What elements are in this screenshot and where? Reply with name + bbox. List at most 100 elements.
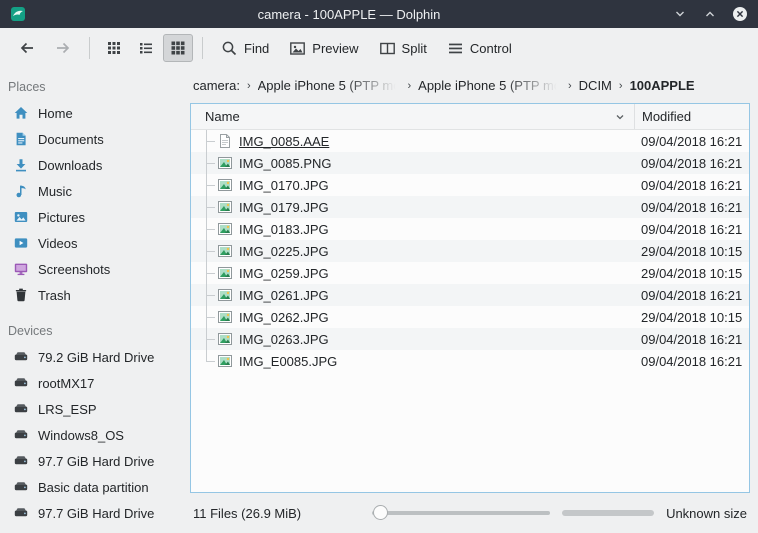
breadcrumb-item-device[interactable]: Apple iPhone 5 (PTP mo [418, 78, 561, 93]
sidebar-item-pictures[interactable]: Pictures [0, 204, 186, 230]
sidebar-item-label: 79.2 GiB Hard Drive [38, 350, 154, 365]
tree-branch [197, 174, 217, 196]
split-icon [379, 40, 396, 57]
file-name: IMG_E0085.JPG [239, 354, 634, 369]
sort-dropdown-icon[interactable] [614, 111, 626, 123]
preview-button-label: Preview [312, 41, 358, 56]
preview-button[interactable]: Preview [280, 34, 367, 63]
file-modified: 09/04/2018 16:21 [634, 200, 749, 215]
column-header-modified[interactable]: Modified [634, 104, 749, 129]
tree-branch [197, 218, 217, 240]
zoom-slider[interactable] [372, 505, 550, 521]
table-row[interactable]: IMG_0085.PNG 09/04/2018 16:21 [191, 152, 749, 174]
breadcrumb: camera: › Apple iPhone 5 (PTP mo › Apple… [190, 68, 750, 103]
sidebar-item-downloads[interactable]: Downloads [0, 152, 186, 178]
free-space-bar [562, 510, 654, 516]
column-header-name[interactable]: Name [191, 104, 634, 129]
sidebar-item-home[interactable]: Home [0, 100, 186, 126]
compact-view-button[interactable] [131, 34, 161, 62]
hard-drive-icon [13, 375, 29, 391]
sidebar-item-trash[interactable]: Trash [0, 282, 186, 308]
image-file-icon [217, 287, 233, 303]
table-row[interactable]: IMG_0259.JPG 29/04/2018 10:15 [191, 262, 749, 284]
preview-icon [289, 40, 306, 57]
sidebar-item-label: Videos [38, 236, 78, 251]
minimize-button[interactable] [672, 6, 688, 22]
sidebar-item-label: Trash [38, 288, 71, 303]
file-name: IMG_0170.JPG [239, 178, 634, 193]
document-icon [13, 131, 29, 147]
find-button-label: Find [244, 41, 269, 56]
main-area: Places Home Documents Downloads Music Pi… [0, 68, 758, 533]
toolbar-separator [202, 37, 203, 59]
details-view-button[interactable] [163, 34, 193, 62]
videos-icon [13, 235, 29, 251]
file-modified: 29/04/2018 10:15 [634, 244, 749, 259]
sidebar-device-item[interactable]: 97.7 GiB Hard Drive [0, 448, 186, 474]
table-row[interactable]: IMG_0225.JPG 29/04/2018 10:15 [191, 240, 749, 262]
tree-branch [197, 130, 217, 152]
sidebar-device-item[interactable]: Basic data partition [0, 474, 186, 500]
screenshots-icon [13, 261, 29, 277]
tree-branch [197, 350, 217, 372]
sidebar-item-label: Screenshots [38, 262, 110, 277]
file-modified: 09/04/2018 16:21 [634, 134, 749, 149]
tree-branch [197, 284, 217, 306]
image-file-icon [217, 221, 233, 237]
file-modified: 09/04/2018 16:21 [634, 354, 749, 369]
breadcrumb-item-dcim[interactable]: DCIM [579, 78, 612, 93]
breadcrumb-item-camera[interactable]: camera: [193, 78, 240, 93]
table-row[interactable]: IMG_0170.JPG 09/04/2018 16:21 [191, 174, 749, 196]
music-icon [13, 183, 29, 199]
zoom-slider-handle[interactable] [373, 505, 388, 520]
sidebar-item-documents[interactable]: Documents [0, 126, 186, 152]
sidebar-item-label: Home [38, 106, 73, 121]
toolbar-separator [89, 37, 90, 59]
table-row[interactable]: IMG_0261.JPG 09/04/2018 16:21 [191, 284, 749, 306]
breadcrumb-item-current[interactable]: 100APPLE [630, 78, 695, 93]
window-controls [672, 6, 748, 22]
sidebar-device-item[interactable]: rootMX17 [0, 370, 186, 396]
table-row[interactable]: IMG_0263.JPG 09/04/2018 16:21 [191, 328, 749, 350]
breadcrumb-item-device[interactable]: Apple iPhone 5 (PTP mo [258, 78, 401, 93]
trash-icon [13, 287, 29, 303]
empty-list-area[interactable] [191, 372, 749, 492]
sidebar-item-screenshots[interactable]: Screenshots [0, 256, 186, 282]
sidebar-item-label: 97.7 GiB Hard Drive [38, 506, 154, 521]
back-button[interactable] [10, 33, 44, 63]
sidebar-item-videos[interactable]: Videos [0, 230, 186, 256]
table-row[interactable]: IMG_0085.AAE 09/04/2018 16:21 [191, 130, 749, 152]
maximize-button[interactable] [702, 6, 718, 22]
find-button[interactable]: Find [212, 34, 278, 63]
table-row[interactable]: IMG_0262.JPG 29/04/2018 10:15 [191, 306, 749, 328]
close-button[interactable] [732, 6, 748, 22]
split-button[interactable]: Split [370, 34, 436, 63]
status-bar: 11 Files (26.9 MiB) Unknown size [190, 493, 750, 533]
sidebar-item-label: Basic data partition [38, 480, 149, 495]
sidebar-device-item[interactable]: Windows8_OS [0, 422, 186, 448]
zoom-slider-track[interactable] [372, 511, 550, 515]
control-button[interactable]: Control [438, 34, 521, 63]
sidebar-device-item[interactable]: 97.7 GiB Hard Drive [0, 500, 186, 526]
window-title: camera - 100APPLE — Dolphin [26, 7, 672, 22]
download-icon [13, 157, 29, 173]
control-button-label: Control [470, 41, 512, 56]
sidebar-device-item[interactable]: LRS_ESP [0, 396, 186, 422]
sidebar-device-item[interactable]: 79.2 GiB Hard Drive [0, 344, 186, 370]
table-row[interactable]: IMG_0179.JPG 09/04/2018 16:21 [191, 196, 749, 218]
titlebar: camera - 100APPLE — Dolphin [0, 0, 758, 28]
tree-branch [197, 240, 217, 262]
hard-drive-icon [13, 427, 29, 443]
table-row[interactable]: IMG_0183.JPG 09/04/2018 16:21 [191, 218, 749, 240]
table-row[interactable]: IMG_E0085.JPG 09/04/2018 16:21 [191, 350, 749, 372]
sidebar-item-music[interactable]: Music [0, 178, 186, 204]
icons-view-button[interactable] [99, 34, 129, 62]
image-file-icon [217, 309, 233, 325]
tree-branch [197, 306, 217, 328]
file-name: IMG_0259.JPG [239, 266, 634, 281]
image-file-icon [217, 265, 233, 281]
file-modified: 09/04/2018 16:21 [634, 288, 749, 303]
dolphin-window: camera - 100APPLE — Dolphin [0, 0, 758, 533]
forward-button[interactable] [46, 33, 80, 63]
file-name: IMG_0262.JPG [239, 310, 634, 325]
